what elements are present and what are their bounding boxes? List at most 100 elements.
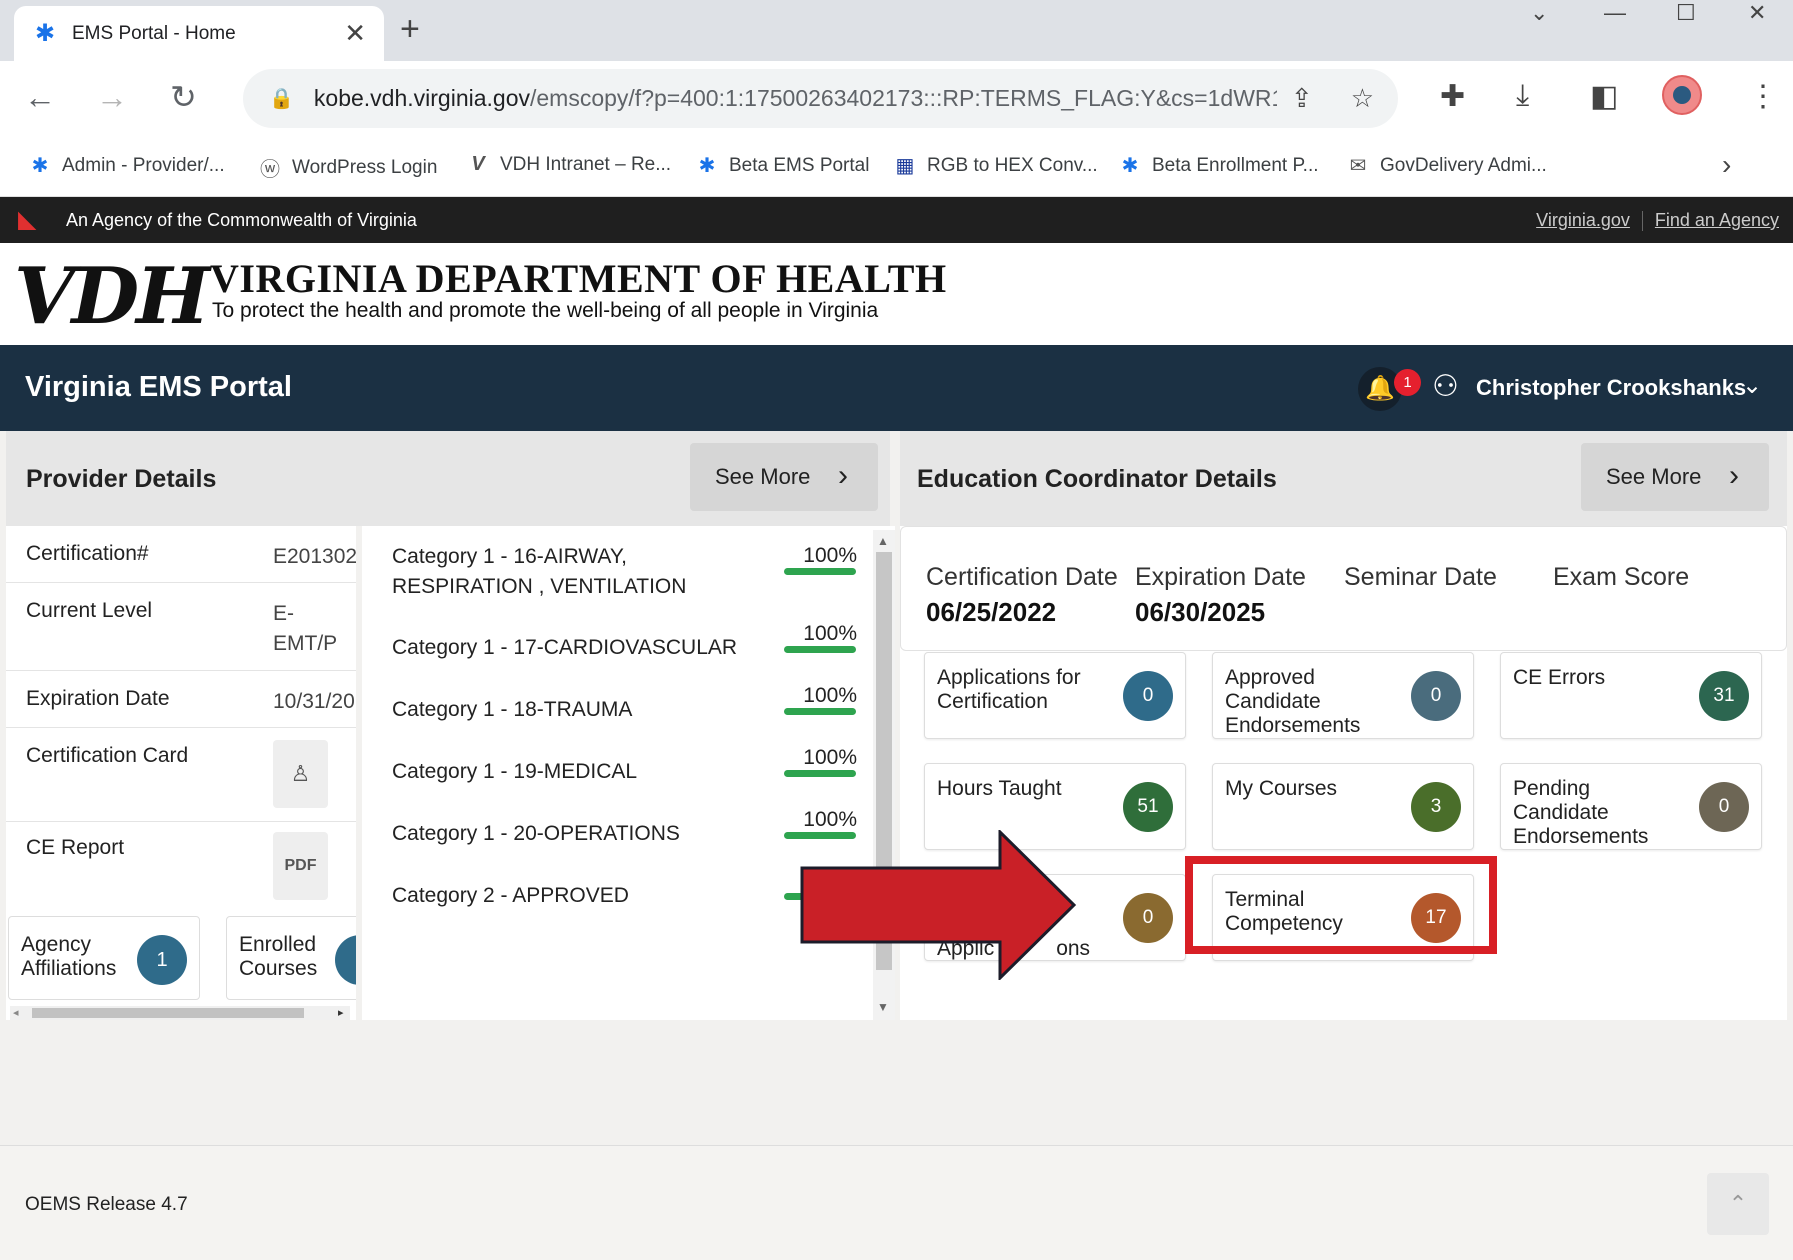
star-of-life-icon: ✱ xyxy=(1121,155,1139,177)
reload-icon[interactable]: ↻ xyxy=(170,79,197,115)
count-badge: 51 xyxy=(1123,782,1173,832)
applications-for-certification-card[interactable]: Applications for Certification 0 xyxy=(924,652,1186,739)
bookmarks-bar: ✱ Admin - Provider/... ⓦ WordPress Login V… xyxy=(0,135,1793,197)
back-icon[interactable]: ← xyxy=(24,79,56,115)
page-footer: OEMS Release 4.7 ⌃ xyxy=(0,1145,1793,1260)
side-panel-icon[interactable]: ◧ xyxy=(1590,79,1618,114)
star-of-life-icon: ✱ xyxy=(34,19,56,47)
provider-panel-header: Provider Details See More › xyxy=(6,431,890,526)
lock-icon: 🔒 xyxy=(269,88,294,110)
vdh-logo[interactable]: VDH xyxy=(14,251,210,342)
my-courses-card[interactable]: My Courses 3 xyxy=(1212,763,1474,850)
provider-details-list: Certification# E201302 Current Level E- E… xyxy=(6,526,356,1020)
scroll-left-icon[interactable]: ◂ xyxy=(13,1006,19,1019)
horizontal-scrollbar[interactable]: ◂ ▸ xyxy=(10,1006,350,1020)
category-progress-bar xyxy=(784,708,856,715)
certification-date: 06/25/2022 xyxy=(926,597,1057,627)
forward-icon[interactable]: → xyxy=(96,79,128,115)
count-badge: 0 xyxy=(1699,782,1749,832)
category-percent: 100% xyxy=(803,544,857,567)
bookmark-item[interactable]: ✉ GovDelivery Admi... xyxy=(1346,153,1547,178)
category-item: Category 1 - 19-MEDICAL xyxy=(392,760,638,783)
banner-title: VIRGINIA DEPARTMENT OF HEALTH xyxy=(210,256,947,301)
ce-errors-card[interactable]: CE Errors 31 xyxy=(1500,652,1762,739)
portal-title[interactable]: Virginia EMS Portal xyxy=(25,371,292,404)
banner-subtitle: To protect the health and promote the we… xyxy=(212,299,879,322)
category-percent: 100% xyxy=(803,808,857,831)
tab-title: EMS Portal - Home xyxy=(72,22,236,44)
browser-tabstrip: ✱ EMS Portal - Home ✕ + ⌄ — ☐ ✕ xyxy=(0,0,1793,61)
bookmark-item[interactable]: ▦ RGB to HEX Conv... xyxy=(893,153,1098,178)
vdh-banner: VDH VIRGINIA DEPARTMENT OF HEALTH To pro… xyxy=(0,243,1793,345)
share-icon[interactable]: ⇪ xyxy=(1291,83,1313,114)
pending-candidate-endorsements-card[interactable]: Pending Candidate Endorsements 0 xyxy=(1500,763,1762,850)
minimize-icon[interactable]: — xyxy=(1604,0,1626,26)
user-menu[interactable]: Christopher Crookshanks xyxy=(1476,375,1746,401)
chevron-right-icon: › xyxy=(1729,459,1739,492)
bookmark-item[interactable]: ✱ Beta Enrollment P... xyxy=(1118,153,1319,178)
certification-card-icon[interactable]: ♙ xyxy=(273,740,328,808)
menu-dots-icon[interactable]: ⋮ xyxy=(1748,79,1778,114)
download-icon[interactable]: ⤓ xyxy=(1516,79,1529,113)
address-bar[interactable]: 🔒 kobe.vdh.virginia.gov/emscopy/f?p=400:… xyxy=(243,69,1398,128)
notification-badge: 1 xyxy=(1394,369,1421,396)
user-icon: ⚇ xyxy=(1432,370,1459,403)
count-badge: 0 xyxy=(1411,671,1461,721)
category-percent: 100% xyxy=(803,684,857,707)
bookmark-item[interactable]: ⓦ WordPress Login xyxy=(258,153,437,182)
chevron-right-icon[interactable]: › xyxy=(1722,149,1731,181)
education-panel-header: Education Coordinator Details See More › xyxy=(900,431,1787,526)
count-badge: 3 xyxy=(1411,782,1461,832)
govdelivery-icon: ✉ xyxy=(1349,155,1367,177)
tools-icon: ▦ xyxy=(895,155,915,177)
red-arrow-annotation xyxy=(800,830,1077,980)
scroll-up-icon[interactable]: ▲ xyxy=(877,534,889,548)
portal-header: Virginia EMS Portal 🔔 1 ⚇ Christopher Cr… xyxy=(0,345,1793,431)
bookmark-star-icon[interactable]: ☆ xyxy=(1351,83,1374,114)
approved-candidate-endorsements-card[interactable]: Approved Candidate Endorsements 0 xyxy=(1212,652,1474,739)
category-item: Category 1 - 20-OPERATIONS xyxy=(392,822,680,845)
bookmark-item[interactable]: ✱ Admin - Provider/... xyxy=(28,153,225,178)
close-tab-icon[interactable]: ✕ xyxy=(344,18,366,49)
release-version: OEMS Release 4.7 xyxy=(25,1194,188,1215)
category-item: Category 1 - 16-AIRWAY, RESPIRATION , VEN… xyxy=(392,545,687,598)
star-of-life-icon: ✱ xyxy=(31,155,49,177)
category-percent: 100% xyxy=(803,746,857,769)
education-title: Education Coordinator Details xyxy=(917,465,1277,493)
category-item: Category 1 - 18-TRAUMA xyxy=(392,698,633,721)
bookmark-item[interactable]: ✱ Beta EMS Portal xyxy=(695,153,870,178)
pdf-icon[interactable]: PDF xyxy=(273,832,328,900)
tab-search-icon[interactable]: ⌄ xyxy=(1530,0,1548,26)
category-item: Category 2 - APPROVED xyxy=(392,884,629,907)
provider-title: Provider Details xyxy=(26,465,217,493)
enrolled-courses-card[interactable]: Enrolled Courses xyxy=(226,916,356,1000)
profile-avatar[interactable] xyxy=(1662,75,1702,115)
education-see-more-button[interactable]: See More › xyxy=(1581,443,1769,511)
chevron-down-icon[interactable]: ⌄ xyxy=(1742,371,1762,400)
category-item: Category 1 - 17-CARDIOVASCULAR xyxy=(392,636,738,659)
agency-links: Virginia.gov Find an Agency xyxy=(1536,210,1779,232)
browser-tab[interactable]: ✱ EMS Portal - Home ✕ xyxy=(14,6,384,61)
bookmark-item[interactable]: V VDH Intranet – Re... xyxy=(466,153,671,176)
detail-row: Current Level E- EMT/P xyxy=(6,583,356,671)
browser-toolbar: ← → ↻ 🔒 kobe.vdh.virginia.gov/emscopy/f?… xyxy=(0,61,1793,135)
new-tab-icon[interactable]: + xyxy=(400,10,420,49)
scroll-right-icon[interactable]: ▸ xyxy=(338,1006,344,1019)
scrollbar-thumb[interactable] xyxy=(32,1008,304,1018)
scroll-to-top-button[interactable]: ⌃ xyxy=(1707,1173,1769,1235)
find-agency-link[interactable]: Find an Agency xyxy=(1655,210,1779,230)
category-progress-bar xyxy=(784,568,856,575)
chevron-right-icon: › xyxy=(838,459,848,492)
extensions-icon[interactable]: ✚ xyxy=(1440,79,1465,114)
count-badge: 31 xyxy=(1699,671,1749,721)
detail-row: CE Report PDF xyxy=(6,822,356,908)
close-window-icon[interactable]: ✕ xyxy=(1748,0,1766,26)
scroll-down-icon[interactable]: ▼ xyxy=(877,1000,889,1014)
provider-see-more-button[interactable]: See More › xyxy=(690,443,878,511)
agency-affiliations-card[interactable]: Agency Affiliations 1 xyxy=(8,916,200,1000)
url-text[interactable]: kobe.vdh.virginia.gov/emscopy/f?p=400:1:… xyxy=(314,85,1277,112)
category-progress-bar xyxy=(784,646,856,653)
category-percent: 100% xyxy=(803,622,857,645)
virginia-gov-link[interactable]: Virginia.gov xyxy=(1536,210,1630,230)
maximize-icon[interactable]: ☐ xyxy=(1676,0,1696,26)
